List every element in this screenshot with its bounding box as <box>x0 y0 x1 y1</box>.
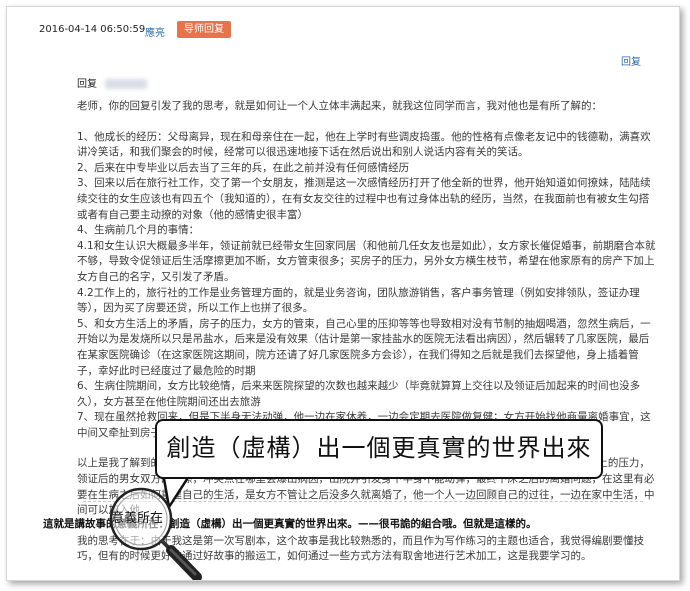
speech-bubble-text: 創造（虛構）出一個更真實的世界出來 <box>166 434 592 462</box>
post-date: 2016-04-14 06:50:59 <box>39 24 146 35</box>
body-item: 4.2工作上的，旅行社的工作是业务管理方面的，就是业务咨询，团队旅游销售，客户事… <box>77 286 640 315</box>
body-item: 6、生病住院期间，女方比较绝情，后来来医院探望的次数也越来越少（毕竟就算算上交往… <box>77 380 641 408</box>
speech-bubble: 創造（虛構）出一個更真實的世界出來 <box>155 419 603 479</box>
post-meta: 2016-04-14 06:50:59 應亮 导师回复 <box>23 21 643 41</box>
body-item: 1、他成长的经历：父母离异，现在和母亲住在一起，他在上学时有些调皮捣蛋。他的性格… <box>77 130 651 159</box>
magnifier-icon <box>109 487 202 580</box>
post-author-link[interactable]: 應亮 <box>145 24 165 39</box>
reply-post: 2016-04-14 06:50:59 應亮 导师回复 <box>23 21 643 41</box>
magnifier-text: 意義所在 <box>111 511 164 526</box>
mentor-reply-badge: 导师回复 <box>177 21 231 38</box>
body-item: 2、后来在中专毕业以后去当了三年的兵，在此之前并没有任何感情经历 <box>77 161 410 174</box>
body-intro: 老师，你的回复引发了我的思考，就是如何让一个人立体丰满起来，就我这位同学而言，我… <box>77 100 602 112</box>
reply-button[interactable]: 回复 <box>621 53 641 68</box>
reply-to-label: 回复 <box>77 79 97 90</box>
body-item: 4.1和女生认识大概最多半年，领证前就已经带女生回家同居（和他前几任女友也是如此… <box>77 239 656 283</box>
body-item: 3、回来以后在旅行社工作，交了第一个女朋友，推测是这一次感情经历打开了他全新的世… <box>77 177 651 221</box>
body-item: 5、和女方生活上的矛盾，房子的压力，女方的管束，自己心里的压抑等等也导致相对没有… <box>77 317 651 377</box>
body-item: 4、生病前几个月的事情： <box>77 224 200 237</box>
reply-to-line: 回复 <box>77 75 147 90</box>
screenshot-frame: 2016-04-14 06:50:59 應亮 导师回复 回复 回复 老师，你的回… <box>6 6 680 581</box>
blurred-username <box>105 79 147 89</box>
